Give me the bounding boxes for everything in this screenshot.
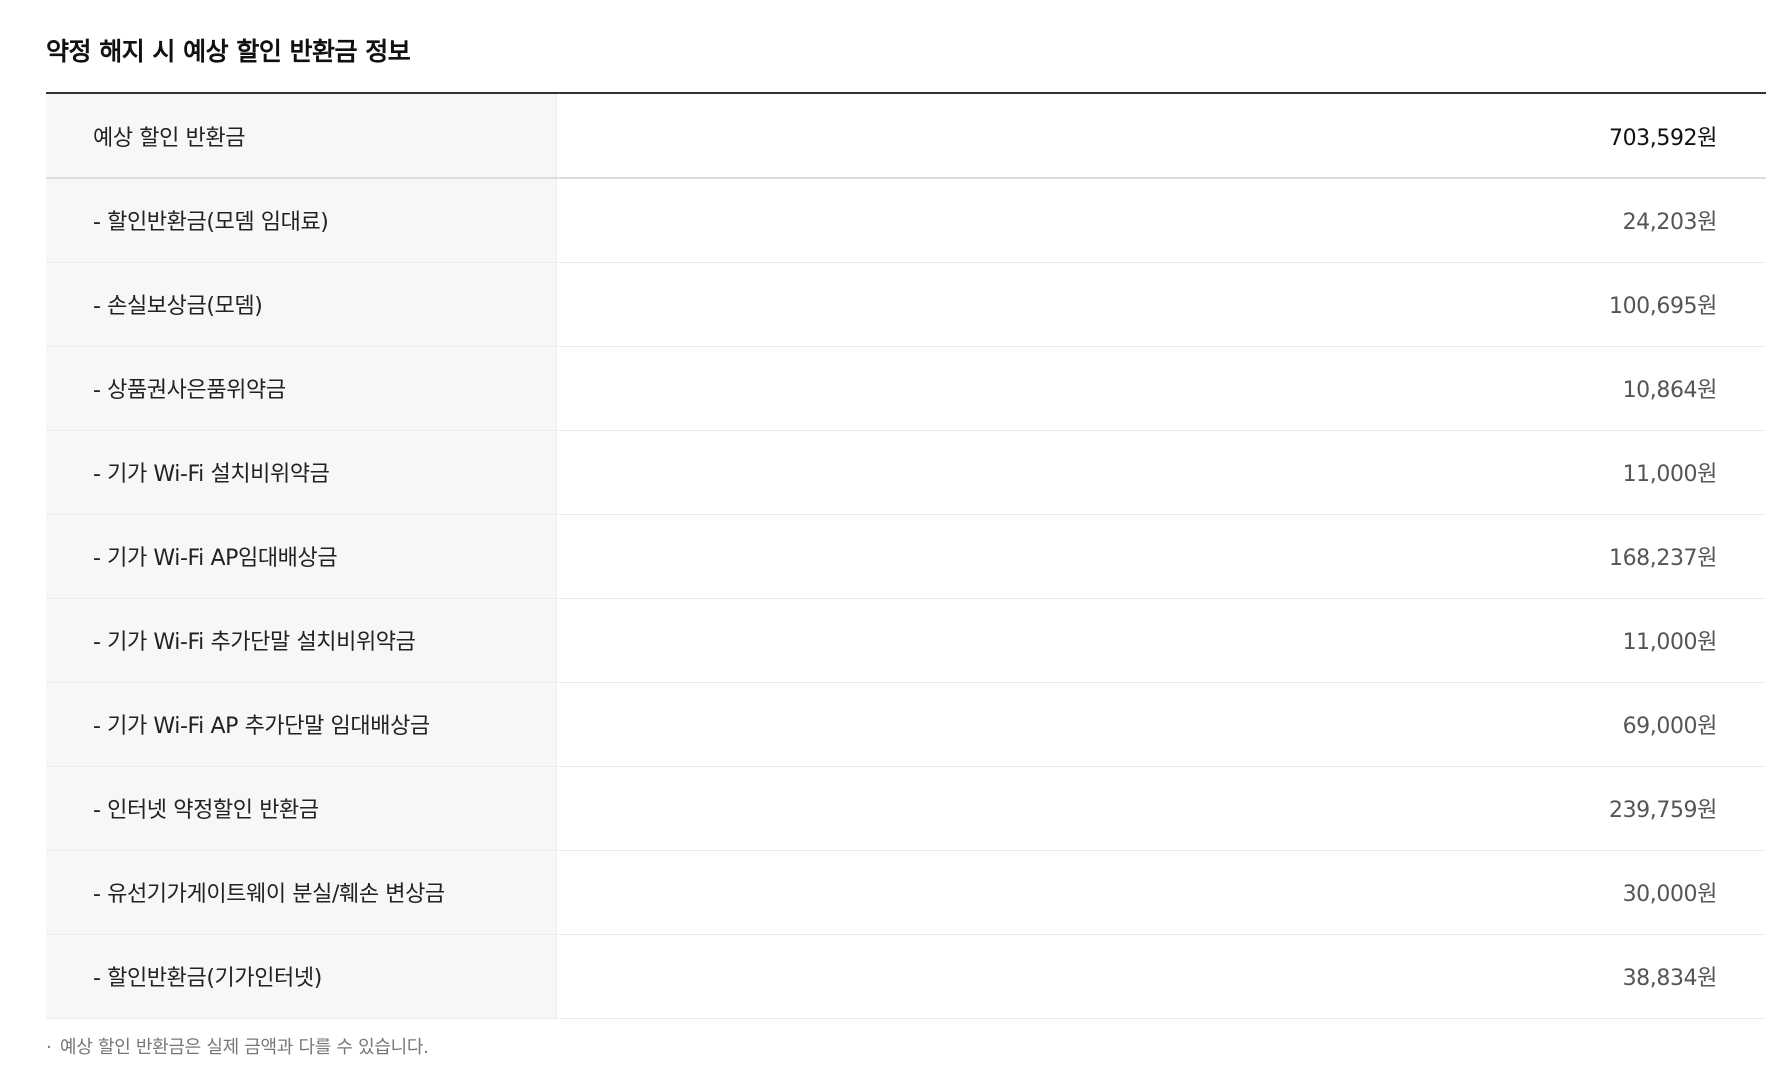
row-value: 10,864원 [556, 346, 1766, 431]
table-row-total: 예상 할인 반환금 703,592원 [46, 94, 1766, 179]
table-row: - 상품권사은품위약금 10,864원 [46, 346, 1766, 431]
row-label: - 손실보상금(모뎀) [46, 262, 557, 347]
table-row: - 할인반환금(모뎀 임대료) 24,203원 [46, 178, 1766, 263]
table-row: - 기가 Wi-Fi 추가단말 설치비위약금 11,000원 [46, 598, 1766, 683]
table-row: - 할인반환금(기가인터넷) 38,834원 [46, 934, 1766, 1019]
row-label: - 기가 Wi-Fi 설치비위약금 [46, 430, 557, 515]
row-label: - 기가 Wi-Fi 추가단말 설치비위약금 [46, 598, 557, 683]
table-row: - 기가 Wi-Fi 설치비위약금 11,000원 [46, 430, 1766, 515]
row-value: 69,000원 [556, 682, 1766, 767]
row-value: 30,000원 [556, 850, 1766, 935]
refund-table: 예상 할인 반환금 703,592원 - 할인반환금(모뎀 임대료) 24,20… [46, 94, 1766, 1019]
disclaimer-notice: · 예상 할인 반환금은 실제 금액과 다를 수 있습니다. [46, 1033, 1766, 1059]
row-label: - 인터넷 약정할인 반환금 [46, 766, 557, 851]
refund-info-section: 약정 해지 시 예상 할인 반환금 정보 예상 할인 반환금 703,592원 … [46, 0, 1766, 1059]
row-value: 100,695원 [556, 262, 1766, 347]
row-label: - 상품권사은품위약금 [46, 346, 557, 431]
bullet-icon: · [46, 1036, 52, 1058]
row-label: - 할인반환금(모뎀 임대료) [46, 178, 557, 263]
row-label: - 기가 Wi-Fi AP 추가단말 임대배상금 [46, 682, 557, 767]
table-row: - 기가 Wi-Fi AP 추가단말 임대배상금 69,000원 [46, 682, 1766, 767]
row-value: 239,759원 [556, 766, 1766, 851]
row-value: 38,834원 [556, 934, 1766, 1019]
row-label: - 유선기가게이트웨이 분실/훼손 변상금 [46, 850, 557, 935]
table-row: - 기가 Wi-Fi AP임대배상금 168,237원 [46, 514, 1766, 599]
row-value: 11,000원 [556, 430, 1766, 515]
disclaimer-text: 예상 할인 반환금은 실제 금액과 다를 수 있습니다. [60, 1036, 429, 1058]
table-row: - 인터넷 약정할인 반환금 239,759원 [46, 766, 1766, 851]
row-value: 11,000원 [556, 598, 1766, 683]
row-label: - 기가 Wi-Fi AP임대배상금 [46, 514, 557, 599]
total-value: 703,592원 [556, 94, 1766, 179]
row-value: 24,203원 [556, 178, 1766, 263]
total-label: 예상 할인 반환금 [46, 94, 557, 179]
row-label: - 할인반환금(기가인터넷) [46, 934, 557, 1019]
row-value: 168,237원 [556, 514, 1766, 599]
table-row: - 유선기가게이트웨이 분실/훼손 변상금 30,000원 [46, 850, 1766, 935]
table-row: - 손실보상금(모뎀) 100,695원 [46, 262, 1766, 347]
section-title: 약정 해지 시 예상 할인 반환금 정보 [46, 0, 1766, 94]
